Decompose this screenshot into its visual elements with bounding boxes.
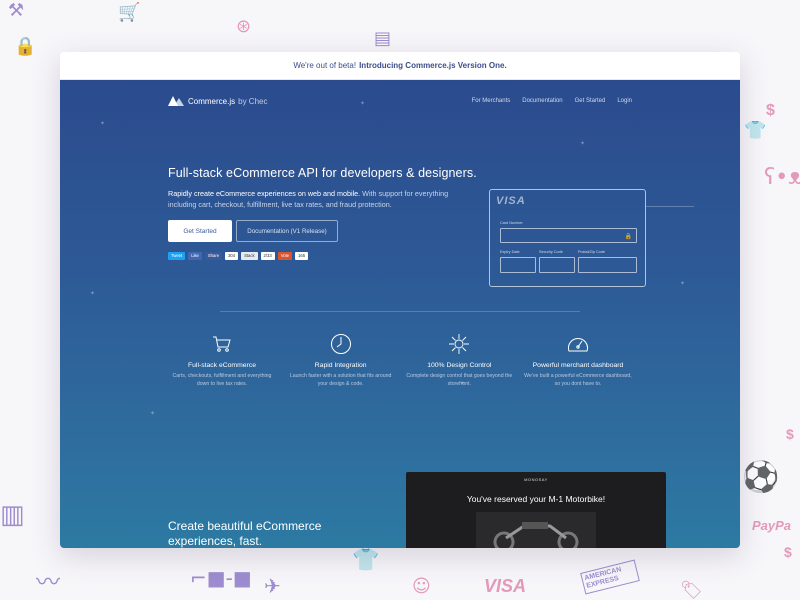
security-code-label: Security Code	[539, 250, 563, 254]
vote-button[interactable]: Vote	[277, 252, 293, 260]
card-guide-line	[646, 206, 694, 207]
expiry-date-field	[500, 257, 536, 273]
feature-title: 100% Design Control	[427, 362, 492, 369]
feature-description: Complete design control that goes beyond…	[406, 373, 513, 387]
demo-preview[interactable]: MONOSAY You've reserved your M-1 Motorbi…	[406, 472, 666, 548]
feature-merchant-dashboard: Powerful merchant dashboard We've built …	[524, 332, 632, 388]
gauge-icon	[524, 332, 632, 356]
coin-icon: ⊛	[236, 16, 252, 37]
padlock-icon: 🔒	[14, 36, 37, 57]
security-code-field	[539, 257, 575, 273]
nav-link-for-merchants[interactable]: For Merchants	[472, 98, 511, 104]
hero-subtitle: Rapidly create eCommerce experiences on …	[168, 188, 478, 210]
star-decoration: ✦	[100, 121, 106, 127]
share-button[interactable]: Share	[204, 252, 223, 260]
nav-link-documentation[interactable]: Documentation	[522, 98, 562, 104]
feature-title: Full-stack eCommerce	[188, 362, 256, 369]
baby-icon: ☺	[412, 576, 431, 597]
documentation-button[interactable]: Documentation (V1 Release)	[236, 220, 338, 242]
like-button[interactable]: Like	[188, 252, 202, 260]
beta-bar-link[interactable]: Introducing Commerce.js Version One.	[359, 61, 507, 70]
preview-brand: MONOSAY	[524, 477, 548, 482]
teddy-bear-icon: ʕ•ᴥ•ʔ	[764, 165, 800, 190]
preview-title: You've reserved your M-1 Motorbike!	[466, 494, 606, 504]
feature-description: Carts, checkouts, fulfillment and everyt…	[172, 373, 272, 387]
tshirt-icon: 👕	[352, 548, 380, 573]
tag-icon: 🏷	[680, 580, 703, 600]
motorbike-image	[476, 512, 596, 548]
visa-doodle: VISA	[484, 576, 527, 596]
shopping-cart-icon: 🛒	[118, 2, 141, 23]
star-decoration: ✦	[680, 281, 686, 287]
credit-card-illustration: VISA Card Number 🔒 Expiry Date Security …	[489, 189, 646, 287]
stack-button[interactable]: Stack	[241, 252, 258, 260]
card-number-label: Card Number	[500, 221, 523, 225]
get-started-button[interactable]: Get Started	[168, 220, 232, 242]
vote-count: 165	[295, 252, 309, 260]
logo-by-text: by Chec	[238, 96, 268, 106]
paypal-doodle: PayPa	[752, 518, 792, 533]
logo-text: Commerce.js	[188, 96, 236, 106]
hero-section: ✦ ✦ ✦ ✦ ✦ ✦ ✦ Commerce.js by Chec For Me…	[60, 80, 740, 432]
feature-description: Launch faster with a solution that fits …	[289, 373, 392, 387]
book-icon: ▤	[374, 28, 392, 49]
dollar-doodle-3: $	[784, 544, 792, 560]
browser-window: We're out of beta! Introducing Commerce.…	[60, 52, 740, 548]
beta-announcement-bar[interactable]: We're out of beta! Introducing Commerce.…	[60, 52, 740, 80]
beta-bar-prefix: We're out of beta!	[293, 61, 357, 70]
timer-icon	[287, 332, 395, 356]
soccer-ball-icon: ⚽	[742, 460, 780, 495]
postal-code-field	[578, 257, 637, 273]
nav-link-login[interactable]: Login	[617, 98, 632, 104]
feature-rapid-integration: Rapid Integration Launch faster with a s…	[287, 332, 395, 388]
book-stack-icon: ▥	[0, 500, 25, 530]
card-number-field: 🔒	[500, 228, 637, 243]
nav-link-get-started[interactable]: Get Started	[575, 98, 606, 104]
lower-section: Create beautiful eCommerce experiences, …	[60, 432, 740, 548]
visa-card-logo: VISA	[496, 195, 526, 207]
nav-links: For Merchants Documentation Get Started …	[472, 98, 632, 104]
brand-logo[interactable]: Commerce.js by Chec	[168, 96, 267, 106]
dollar-doodle: $	[766, 102, 775, 119]
expiry-date-label: Expiry Date	[500, 250, 520, 254]
social-buttons: Tweet Like Share 304 Stack 2/33 Vote 165	[168, 252, 309, 260]
section-divider	[220, 311, 580, 312]
hero-subtitle-bold: Rapidly create eCommerce experiences on …	[168, 189, 361, 198]
sunglasses-icon: ⌐■-■	[190, 566, 252, 590]
star-decoration: ✦	[150, 411, 156, 417]
feature-design-control: 100% Design Control Complete design cont…	[405, 332, 513, 388]
lock-icon: 🔒	[624, 234, 632, 240]
top-navigation: Commerce.js by Chec For Merchants Docume…	[168, 94, 632, 108]
tweet-button[interactable]: Tweet	[168, 252, 186, 260]
dollar-doodle-2: $	[786, 426, 794, 442]
stack-count: 2/33	[260, 252, 275, 260]
scarf-icon: 〰	[36, 568, 60, 596]
feature-description: We've built a powerful eCommerce dashboa…	[524, 373, 632, 387]
airplane-icon: ✈	[264, 574, 281, 598]
postal-code-label: Postal/Zip Code	[578, 250, 606, 254]
cart-icon	[168, 332, 276, 356]
star-decoration: ✦	[580, 141, 586, 147]
tools-icon: ⚒	[8, 0, 25, 21]
shirt-icon: 👕	[744, 120, 767, 141]
design-icon	[405, 332, 513, 356]
hero-headline: Full-stack eCommerce API for developers …	[168, 166, 477, 180]
section-heading: Create beautiful eCommerce experiences, …	[168, 519, 322, 548]
star-decoration: ✦	[90, 291, 96, 297]
features-row: Full-stack eCommerce Carts, checkouts, f…	[168, 332, 632, 388]
share-count: 304	[225, 252, 239, 260]
amex-doodle: AMERICAN EXPRESS	[580, 559, 640, 595]
feature-title: Rapid Integration	[314, 362, 367, 369]
commercejs-logo-icon	[168, 96, 184, 106]
feature-title: Powerful merchant dashboard	[532, 362, 624, 369]
feature-full-stack: Full-stack eCommerce Carts, checkouts, f…	[168, 332, 276, 388]
